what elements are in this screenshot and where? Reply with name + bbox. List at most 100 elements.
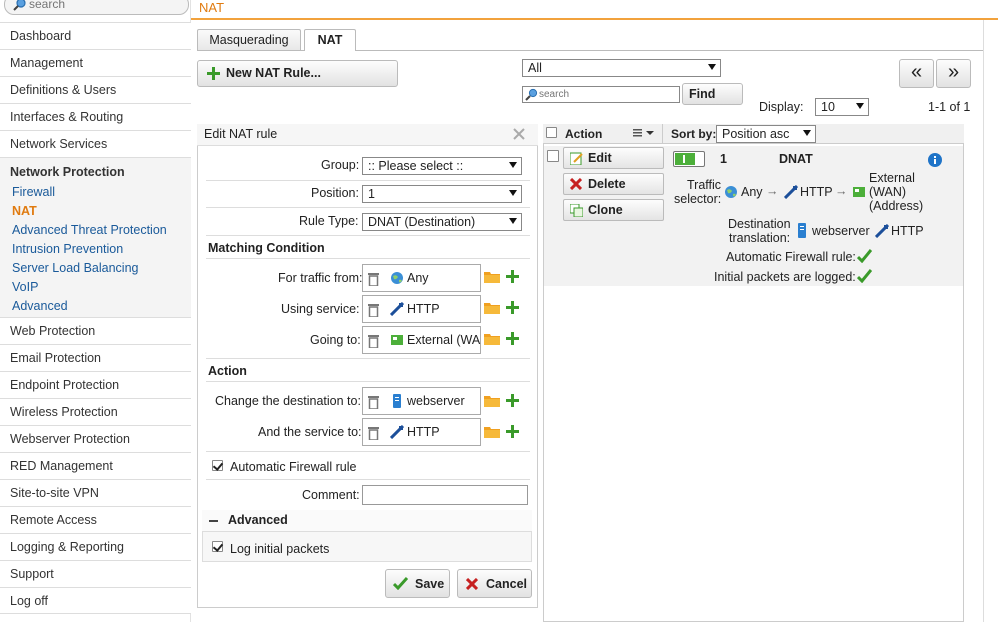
new-nat-rule-button[interactable]: New NAT Rule... (197, 60, 398, 87)
trash-icon[interactable] (368, 395, 379, 409)
sidebar-item-web-protection[interactable]: Web Protection (0, 317, 191, 344)
clone-button[interactable]: Clone (563, 199, 664, 221)
close-icon (466, 578, 478, 590)
sidebar-item-remote-access[interactable]: Remote Access (0, 506, 191, 533)
search-icon (525, 88, 538, 101)
sidebar-item-site-to-site-vpn[interactable]: Site-to-site VPN (0, 479, 191, 506)
traffic-service: HTTP (800, 185, 833, 199)
trash-icon[interactable] (368, 272, 379, 286)
sidebar-item-wireless-protection[interactable]: Wireless Protection (0, 398, 191, 425)
change-destination-value: webserver (407, 394, 465, 408)
folder-icon[interactable] (484, 332, 500, 345)
collapse-icon[interactable] (209, 520, 218, 522)
comment-label: Comment: (302, 488, 360, 502)
sidebar-sub-advanced[interactable]: Advanced (12, 297, 68, 316)
find-button[interactable]: Find (682, 83, 743, 105)
checkmark-icon (857, 249, 872, 263)
folder-icon[interactable] (484, 425, 500, 438)
traffic-from-field[interactable]: Any (362, 264, 481, 292)
folder-icon[interactable] (484, 394, 500, 407)
filter-select[interactable]: All (522, 59, 721, 77)
trash-icon[interactable] (368, 334, 379, 348)
plus-icon[interactable] (506, 425, 519, 438)
delete-button[interactable]: Delete (563, 173, 664, 195)
group-select[interactable]: :: Please select :: (362, 157, 522, 175)
tab-nat[interactable]: NAT (304, 29, 356, 51)
save-button[interactable]: Save (385, 569, 450, 598)
sidebar-item-endpoint-protection[interactable]: Endpoint Protection (0, 371, 191, 398)
rule-type-select-value: DNAT (Destination) (368, 215, 476, 229)
plus-icon[interactable] (506, 332, 519, 345)
rule-select-checkbox[interactable] (547, 150, 559, 162)
info-icon[interactable] (928, 153, 942, 167)
sidebar-item-email-protection[interactable]: Email Protection (0, 344, 191, 371)
auto-firewall-checkbox[interactable] (212, 460, 223, 471)
comment-input[interactable] (362, 485, 528, 505)
globe-icon (724, 185, 738, 199)
trash-icon[interactable] (368, 303, 379, 317)
edit-button[interactable]: Edit (563, 147, 664, 169)
traffic-from-label: For traffic from: (278, 271, 363, 285)
list-menu-icon[interactable] (633, 128, 655, 138)
sidebar-sub-nat[interactable]: NAT (12, 202, 37, 221)
sidebar-sub-intrusion-prevention[interactable]: Intrusion Prevention (12, 240, 123, 259)
tab-masquerading[interactable]: Masquerading (197, 29, 301, 50)
service-to-field[interactable]: HTTP (362, 418, 481, 446)
list-search-box[interactable] (522, 86, 680, 103)
scrollbar-track[interactable] (983, 20, 998, 622)
sort-label: Sort by: (671, 127, 717, 141)
list-search-input[interactable] (539, 88, 677, 101)
plus-icon[interactable] (506, 301, 519, 314)
change-destination-field[interactable]: webserver (362, 387, 481, 415)
divider (206, 207, 530, 208)
going-to-field[interactable]: External (WAN (362, 326, 481, 354)
sidebar-item-support[interactable]: Support (0, 560, 191, 587)
sidebar-item-network-services[interactable]: Network Services (0, 130, 191, 157)
rule-type: DNAT (779, 152, 813, 166)
select-all-checkbox[interactable] (546, 127, 557, 138)
rule-enabled-toggle[interactable] (673, 151, 705, 167)
service-plug-icon (784, 185, 798, 199)
sidebar-item-logging-reporting[interactable]: Logging & Reporting (0, 533, 191, 560)
clone-icon (570, 204, 583, 217)
cancel-button[interactable]: Cancel (457, 569, 532, 598)
sidebar-item-definitions-users[interactable]: Definitions & Users (0, 76, 191, 103)
first-page-button[interactable]: « (899, 59, 934, 88)
sidebar-sub-firewall[interactable]: Firewall (12, 183, 55, 202)
trash-icon[interactable] (368, 426, 379, 440)
divider (206, 258, 530, 259)
toggle-on-fill (675, 153, 695, 165)
sidebar-item-interfaces-routing[interactable]: Interfaces & Routing (0, 103, 191, 130)
rule-type-select[interactable]: DNAT (Destination) (362, 213, 522, 231)
advanced-section-header[interactable]: Advanced (202, 510, 532, 532)
display-select[interactable]: 10 (815, 98, 869, 116)
sidebar-search[interactable] (4, 0, 189, 15)
sidebar-item-log-off[interactable]: Log off (0, 587, 191, 614)
sidebar-sub-server-load-balancing[interactable]: Server Load Balancing (12, 259, 138, 278)
using-service-field[interactable]: HTTP (362, 295, 481, 323)
plus-icon[interactable] (506, 270, 519, 283)
sidebar-item-dashboard[interactable]: Dashboard (0, 22, 191, 49)
sidebar-search-input[interactable] (29, 0, 179, 11)
sort-select[interactable]: Position asc (716, 125, 816, 143)
service-plug-icon (390, 425, 404, 439)
folder-icon[interactable] (484, 270, 500, 283)
sidebar-item-webserver-protection[interactable]: Webserver Protection (0, 425, 191, 452)
position-select[interactable]: 1 (362, 185, 522, 203)
log-initial-packets-checkbox[interactable] (212, 541, 223, 552)
sidebar-sub-advanced-threat-protection[interactable]: Advanced Threat Protection (12, 221, 167, 240)
sidebar-item-red-management[interactable]: RED Management (0, 452, 191, 479)
globe-icon (390, 271, 404, 285)
rule-type-label: Rule Type: (299, 214, 359, 228)
cancel-label: Cancel (486, 577, 527, 591)
sidebar-item-management[interactable]: Management (0, 49, 191, 76)
action-column-header: Action (565, 127, 603, 141)
sidebar-sub-voip[interactable]: VoIP (12, 278, 38, 297)
close-icon[interactable] (513, 128, 525, 140)
position-select-value: 1 (368, 187, 375, 201)
next-page-button[interactable]: » (936, 59, 971, 88)
service-plug-icon (875, 224, 889, 238)
plus-icon[interactable] (506, 394, 519, 407)
folder-icon[interactable] (484, 301, 500, 314)
dest-translation-label-2: translation: (729, 231, 791, 245)
